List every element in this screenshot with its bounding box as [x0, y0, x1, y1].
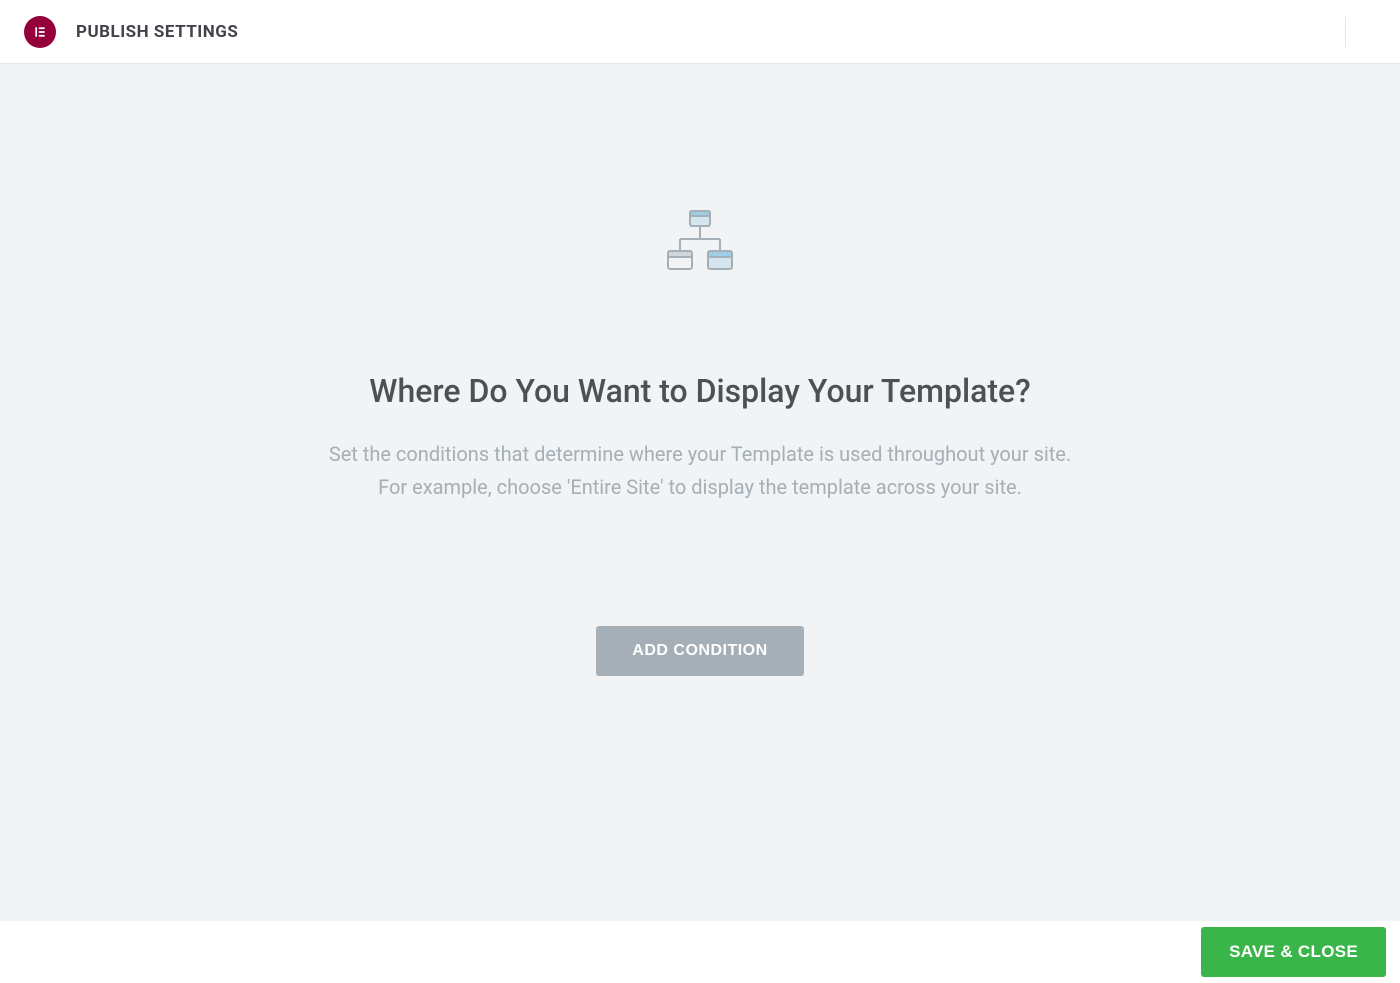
- header-right: [1325, 17, 1376, 47]
- hierarchy-icon: [666, 209, 734, 277]
- close-button[interactable]: [1345, 17, 1376, 47]
- main-content: Where Do You Want to Display Your Templa…: [0, 64, 1400, 921]
- save-and-close-button[interactable]: SAVE & CLOSE: [1201, 927, 1386, 977]
- description-line-2: For example, choose 'Entire Site' to dis…: [329, 471, 1071, 504]
- dialog-title: PUBLISH SETTINGS: [76, 22, 238, 42]
- dialog-footer: SAVE & CLOSE: [0, 921, 1400, 983]
- elementor-logo-icon: [24, 16, 56, 48]
- dialog-header: PUBLISH SETTINGS: [0, 0, 1400, 64]
- description-line-1: Set the conditions that determine where …: [329, 438, 1071, 471]
- add-condition-button[interactable]: ADD CONDITION: [596, 626, 803, 676]
- main-heading: Where Do You Want to Display Your Templa…: [369, 372, 1030, 410]
- description-text: Set the conditions that determine where …: [329, 438, 1071, 504]
- header-left: PUBLISH SETTINGS: [24, 16, 238, 48]
